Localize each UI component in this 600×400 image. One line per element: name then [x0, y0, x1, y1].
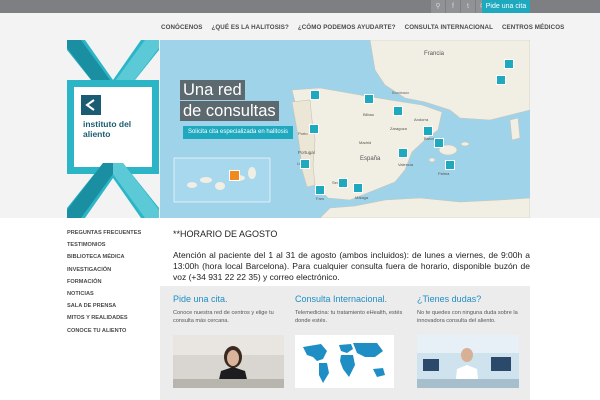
card-title[interactable]: Consulta Internacional.: [295, 294, 387, 304]
appointment-button[interactable]: Pide una cita: [482, 0, 530, 13]
main-nav: CONÓCENOS ¿QUÉ ES LA HALITOSIS? ¿CÓMO PO…: [161, 24, 573, 31]
nav-item-conocenos[interactable]: CONÓCENOS: [161, 24, 202, 31]
map-label-portugal: Portugal: [298, 150, 315, 155]
map-label-malaga: Málaga: [355, 195, 369, 200]
hero-subtitle-button[interactable]: Solicita cita especializada en halitosis: [183, 126, 293, 139]
hero-title-line2: de consultas: [180, 101, 279, 121]
hero-title: Una red de consultas: [180, 80, 292, 122]
nav-item-como-ayudarte[interactable]: ¿CÓMO PODEMOS AYUDARTE?: [298, 24, 396, 31]
search-icon[interactable]: ⚲: [431, 0, 445, 13]
map-label-valencia: Valencia: [398, 162, 414, 167]
map-label-espana: España: [360, 156, 381, 162]
card-title[interactable]: Pide una cita.: [173, 294, 228, 304]
map-marker-icon[interactable]: [423, 126, 433, 136]
map-marker-icon[interactable]: [434, 138, 444, 148]
sidebar-item-noticias[interactable]: NOTICIAS: [67, 288, 155, 300]
logo-text: instituto del aliento: [83, 119, 131, 139]
map-marker-icon[interactable]: [309, 124, 319, 134]
logo-line2: aliento: [83, 129, 111, 139]
map-label-francia: Francia: [424, 51, 445, 57]
map-marker-icon[interactable]: [504, 59, 514, 69]
card-desc: No te quedes con ninguna duda sobre la i…: [417, 310, 518, 324]
map-marker-icon[interactable]: [398, 148, 408, 158]
sidebar-item-preguntas[interactable]: PREGUNTAS FRECUENTES: [67, 227, 155, 239]
world-map-image[interactable]: [295, 335, 406, 388]
map-marker-icon[interactable]: [315, 185, 325, 195]
feature-cards: Pide una cita. Conoce nuestra red de cen…: [160, 286, 530, 400]
receptionist-photo[interactable]: [173, 335, 284, 388]
card-desc: Conoce nuestra red de centros y elige tu…: [173, 310, 274, 324]
map-marker-icon[interactable]: [300, 159, 310, 169]
hero-title-line1: Una red: [180, 80, 245, 100]
sidebar: PREGUNTAS FRECUENTES TESTIMONIOS BIBLIOT…: [67, 227, 155, 337]
map-marker-icon[interactable]: [445, 160, 455, 170]
map-marker-icon[interactable]: [496, 75, 506, 85]
map-marker-icon[interactable]: [364, 94, 374, 104]
map-label-andorra: Andorra: [414, 117, 429, 122]
map-label-porto: Porto: [298, 131, 308, 136]
sidebar-item-mitos[interactable]: MITOS Y REALIDADES: [67, 312, 155, 324]
notice-title: **HORARIO DE AGOSTO: [173, 229, 278, 239]
map-label-faro: Faro: [316, 196, 325, 201]
sidebar-item-testimonios[interactable]: TESTIMONIOS: [67, 239, 155, 251]
logo-line1: instituto del: [83, 119, 132, 129]
nav-item-centros-medicos[interactable]: CENTROS MÉDICOS: [502, 24, 564, 31]
sidebar-item-conoce-aliento[interactable]: CONOCE TU ALIENTO: [67, 325, 155, 337]
map-label-bordeaux: Bordeaux: [392, 90, 410, 95]
map-marker-icon[interactable]: [310, 90, 320, 100]
facebook-icon[interactable]: f: [446, 0, 460, 13]
map-marker-icon[interactable]: [353, 183, 363, 193]
card-title[interactable]: ¿Tienes dudas?: [417, 294, 481, 304]
brand-logo[interactable]: instituto del aliento: [67, 40, 159, 218]
nav-item-consulta-internacional[interactable]: CONSULTA INTERNACIONAL: [405, 24, 493, 31]
map-label-palma: Palma: [438, 171, 450, 176]
map-label-madrid: Madrid: [359, 140, 372, 145]
receptionist-image: [173, 335, 284, 388]
map-label-zaragoza: Zaragoza: [390, 126, 407, 131]
world-map-graphic: [295, 335, 394, 388]
map-label-bilbao: Bilbao: [363, 112, 375, 117]
doctor-image: [417, 335, 519, 388]
map-marker-icon[interactable]: [338, 178, 348, 188]
sidebar-item-investigacion[interactable]: INVESTIGACIÓN: [67, 264, 155, 276]
twitter-icon[interactable]: t: [461, 0, 475, 13]
map-marker-icon[interactable]: [393, 106, 403, 116]
card-desc: Telemedicina: tu tratamiento eHealth, es…: [295, 310, 403, 324]
sidebar-item-formacion[interactable]: FORMACIÓN: [67, 276, 155, 288]
map-marker-icon[interactable]: [229, 170, 240, 181]
nav-item-que-es-halitosis[interactable]: ¿QUÉ ES LA HALITOSIS?: [211, 24, 288, 31]
sidebar-item-biblioteca[interactable]: BIBLIOTECA MÉDICA: [67, 251, 155, 263]
doctor-photo[interactable]: [417, 335, 519, 388]
sidebar-item-sala-prensa[interactable]: SALA DE PRENSA: [67, 300, 155, 312]
notice-body: Atención al paciente del 1 al 31 de agos…: [173, 250, 530, 282]
